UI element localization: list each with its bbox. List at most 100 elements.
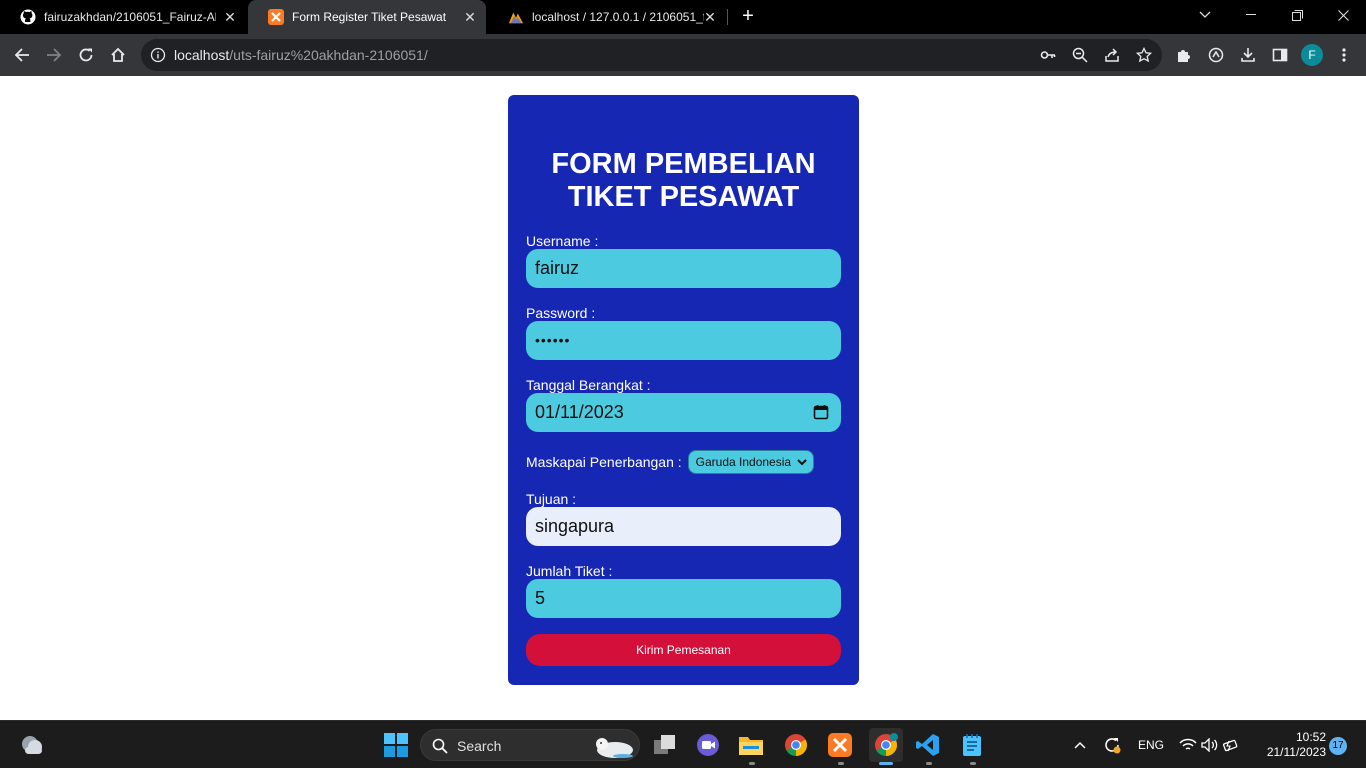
browser-tab-bar: fairuzakhdan/2106051_Fairuz-Akhdan ✕ For… xyxy=(0,0,1366,34)
departure-date-input[interactable]: 01/11/2023 xyxy=(526,393,841,432)
order-form-card: FORM PEMBELIAN TIKET PESAWAT Username : … xyxy=(508,95,859,685)
windows-logo-icon xyxy=(384,733,408,757)
home-button[interactable] xyxy=(105,42,131,68)
running-indicator xyxy=(838,762,844,765)
key-icon xyxy=(1040,51,1056,59)
taskbar-search[interactable]: Search xyxy=(420,729,640,761)
close-window-button[interactable] xyxy=(1320,0,1366,30)
menu-button[interactable] xyxy=(1331,42,1357,68)
share-button[interactable] xyxy=(1102,45,1122,65)
new-tab-button[interactable]: + xyxy=(737,6,759,28)
wifi-icon xyxy=(1179,738,1197,750)
username-input[interactable]: fairuz xyxy=(526,249,841,288)
tab-github[interactable]: fairuzakhdan/2106051_Fairuz-Akhdan ✕ xyxy=(0,0,246,34)
chat-app-button[interactable] xyxy=(694,731,722,759)
airline-row: Maskapai Penerbangan : Garuda Indonesia xyxy=(526,450,814,474)
address-bar[interactable]: localhost/uts-fairuz%20akhdan-2106051/ xyxy=(141,39,1162,71)
password-label: Password : xyxy=(526,305,596,321)
tab-phpmyadmin[interactable]: localhost / 127.0.0.1 / 2106051_fa ✕ xyxy=(488,0,726,34)
calendar-icon[interactable] xyxy=(813,404,829,420)
back-button[interactable] xyxy=(9,42,35,68)
tab-title: Form Register Tiket Pesawat xyxy=(292,10,447,24)
update-tray-button[interactable] xyxy=(1098,731,1126,759)
more-vertical-icon xyxy=(1342,48,1346,62)
date-label: Tanggal Berangkat : xyxy=(526,377,651,393)
sync-icon xyxy=(1105,738,1121,754)
restore-icon xyxy=(1291,9,1303,21)
language-indicator[interactable]: ENG xyxy=(1138,738,1164,752)
destination-input[interactable]: singapura xyxy=(526,507,841,546)
task-view-button[interactable] xyxy=(651,731,679,759)
battery-icon xyxy=(1223,739,1238,752)
running-indicator xyxy=(970,762,976,765)
notepad-icon xyxy=(963,734,981,756)
search-highlight-icon xyxy=(596,738,633,758)
running-indicator xyxy=(749,762,755,765)
running-indicator xyxy=(926,762,932,765)
tab-search-button[interactable] xyxy=(1182,0,1228,30)
folder-icon xyxy=(739,737,763,755)
restore-button[interactable] xyxy=(1274,0,1320,30)
tab-form-register[interactable]: Form Register Tiket Pesawat ✕ xyxy=(248,0,486,34)
airline-label: Maskapai Penerbangan : xyxy=(526,454,682,470)
start-button[interactable] xyxy=(382,731,410,759)
chrome-button[interactable] xyxy=(782,731,810,759)
profile-avatar[interactable]: F xyxy=(1301,44,1323,66)
close-icon[interactable]: ✕ xyxy=(222,9,238,25)
extensions-button[interactable] xyxy=(1171,42,1197,68)
page-title: FORM PEMBELIAN TIKET PESAWAT xyxy=(508,148,859,214)
file-explorer-button[interactable] xyxy=(737,731,765,765)
url-host: localhost xyxy=(174,47,230,63)
clock-time: 10:52 xyxy=(1295,730,1326,744)
show-hidden-icons-button[interactable] xyxy=(1066,731,1094,759)
close-icon[interactable]: ✕ xyxy=(702,9,718,25)
forward-button[interactable] xyxy=(41,42,67,68)
date-value: 01/11/2023 xyxy=(535,402,624,422)
star-icon xyxy=(1136,47,1152,63)
side-panel-button[interactable] xyxy=(1267,42,1293,68)
chevron-down-icon xyxy=(1199,11,1211,18)
notification-badge[interactable]: 17 xyxy=(1329,737,1347,755)
zoom-button[interactable] xyxy=(1070,45,1090,65)
minimize-icon xyxy=(1246,14,1256,15)
share-icon xyxy=(1105,48,1119,62)
phpmyadmin-icon xyxy=(508,9,524,25)
password-input[interactable]: •••••• xyxy=(526,321,841,360)
clock[interactable]: 10:52 21/11/2023 xyxy=(1258,730,1326,760)
vscode-button[interactable] xyxy=(914,731,942,765)
download-icon xyxy=(1241,48,1255,62)
airline-select[interactable]: Garuda Indonesia xyxy=(687,450,814,474)
weather-widget[interactable] xyxy=(18,731,46,759)
reload-button[interactable] xyxy=(73,42,99,68)
xampp-button[interactable] xyxy=(826,731,854,765)
downloads-button[interactable] xyxy=(1235,42,1261,68)
info-icon[interactable] xyxy=(150,47,166,63)
github-icon xyxy=(20,9,36,25)
active-indicator xyxy=(879,762,893,765)
notepad-button[interactable] xyxy=(958,731,986,765)
home-icon xyxy=(111,47,125,62)
search-icon xyxy=(432,738,448,754)
bookmark-button[interactable] xyxy=(1134,45,1154,65)
windows-taskbar: Search ENG 10:52 21/11/2023 17 xyxy=(0,720,1366,768)
chevron-up-icon xyxy=(1074,741,1086,749)
vscode-icon xyxy=(916,734,939,756)
quantity-label: Jumlah Tiket : xyxy=(526,563,613,579)
volume-icon xyxy=(1201,738,1218,752)
tab-separator xyxy=(727,9,728,25)
performance-button[interactable] xyxy=(1203,42,1229,68)
close-icon[interactable]: ✕ xyxy=(462,9,478,25)
xampp-icon xyxy=(828,733,852,757)
password-key-button[interactable] xyxy=(1038,45,1058,65)
chevron-down-icon xyxy=(796,459,807,466)
chrome-profile-button[interactable] xyxy=(869,728,903,765)
quick-settings-button[interactable] xyxy=(1174,731,1244,759)
speed-icon xyxy=(1208,47,1224,63)
ticket-quantity-input[interactable]: 5 xyxy=(526,579,841,618)
arrow-right-icon xyxy=(47,48,62,62)
minimize-button[interactable] xyxy=(1228,0,1274,30)
submit-order-button[interactable]: Kirim Pemesanan xyxy=(526,634,841,666)
destination-label: Tujuan : xyxy=(526,491,577,507)
url-text[interactable]: localhost/uts-fairuz%20akhdan-2106051/ xyxy=(174,47,428,63)
arrow-left-icon xyxy=(14,48,29,62)
